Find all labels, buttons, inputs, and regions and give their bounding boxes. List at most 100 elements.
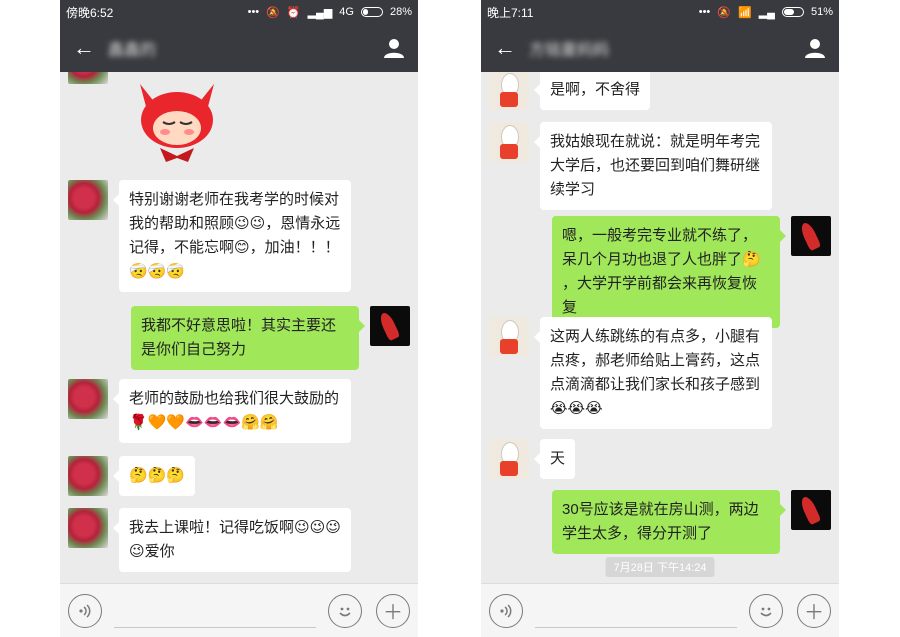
message-bubble[interactable]: 我去上课啦！记得吃饭啊😉😉😉😉爱你 [113,508,351,573]
wifi-icon: 📶 [738,6,752,19]
message-input[interactable] [114,594,316,628]
mute-icon: 🔕 [717,6,731,19]
person-icon[interactable] [370,37,418,59]
avatar[interactable] [370,306,410,346]
hug-emoji: 🤗 [259,414,279,432]
crying-emoji: 😭 [567,400,586,418]
chat-message[interactable]: 天 [489,439,586,479]
message-text: 我都不好意思啦！其实主要还是你们自己努力 [141,317,337,358]
chat-message[interactable]: 嗯，一般考完专业就不练了，呆几个月功也退了人也胖了🤔 ，大学开学前都会来再恢复恢复 [541,216,831,329]
message-text: 我去上课啦！记得吃饭啊 [129,519,295,536]
crying-emoji: 😭 [585,400,603,418]
chat-header: ← 鑫鑫的 [60,24,418,72]
status-time: 傍晚6:52 [66,5,114,20]
message-list[interactable]: 特别谢谢老师在我考学的时候对我的帮助和照顾😉😉，恩情永远记得，不能忘啊😊，加油！… [60,72,418,583]
alarm-icon: ⏰ [286,6,301,19]
message-list[interactable]: 是啊，不舍得 我姑娘现在就说：就是明年考完大学后，也还要回到咱们舞研继续学习 嗯… [481,72,839,583]
back-arrow-icon[interactable]: ← [481,35,529,61]
message-bubble[interactable]: 30号应该是就在房山测，两边学生太多，得分开测了 [552,490,786,554]
lips-emoji: 👄 [222,414,242,432]
thinking-emoji: 🤔 [147,467,167,485]
more-icon: ••• [247,6,260,18]
chat-message[interactable]: 特别谢谢老师在我考学的时候对我的帮助和照顾😉😉，恩情永远记得，不能忘啊😊，加油！… [68,180,362,293]
signal-icon: ▂▄▆ [307,6,333,19]
smile-emoji: 😊 [234,239,250,257]
message-bubble[interactable]: 嗯，一般考完专业就不练了，呆几个月功也退了人也胖了🤔 ，大学开学前都会来再恢复恢复 [552,216,786,329]
avatar[interactable] [68,456,108,496]
bandage-emoji: 🤕 [166,263,186,281]
chat-message[interactable]: 🤔🤔🤔 [68,456,206,497]
chat-message[interactable]: 我去上课啦！记得吃饭啊😉😉😉😉爱你 [68,508,362,573]
avatar[interactable] [489,317,529,357]
more-icon: ••• [698,6,711,18]
message-bubble[interactable]: 我姑娘现在就说：就是明年考完大学后，也还要回到咱们舞研继续学习 [534,122,772,210]
wink-emoji: 😉 [249,215,266,233]
chat-message[interactable]: 老师的鼓励也给我们很大鼓励的🌹🧡🧡👄👄👄🤗🤗 [68,379,362,444]
chat-header: ← 方铭曼妈妈 [481,24,839,72]
thinking-emoji: 🤔 [166,467,186,485]
wink-emoji: 😉 [325,519,341,537]
timestamp: 7月28日 下午14:24 [605,557,715,577]
fox-sticker [140,84,214,162]
heart-emoji: 🧡 [166,414,186,432]
rose-emoji: 🌹 [129,414,148,432]
voice-icon[interactable] [68,593,102,628]
message-bubble[interactable]: 这两人练跳练的有点多，小腿有点疼，郝老师给贴上膏药，这点点滴滴都让我们家长和孩子… [534,317,772,430]
battery-percent: 51% [810,6,833,18]
message-text: ，加油！！！ [249,239,340,257]
message-bubble[interactable]: 是啊，不舍得 [533,72,651,110]
back-arrow-icon[interactable]: ← [60,35,108,61]
avatar[interactable] [489,72,529,110]
message-bubble[interactable]: 🤔🤔🤔 [112,456,196,497]
chat-message[interactable]: 30号应该是就在房山测，两边学生太多，得分开测了 [541,490,831,554]
message-bubble[interactable]: 我都不好意思啦！其实主要还是你们自己努力 [131,306,365,370]
message-text: 30号应该是就在房山测，两边学生太多，得分开测了 [562,501,759,542]
message-text: 爱你 [144,543,175,561]
right-phone-screen: 晚上7:11 ••• 🔕 📶 ▂▄ 51% ← 方铭曼妈妈 是啊，不舍得 我姑娘… [481,0,839,637]
avatar[interactable] [791,216,831,256]
heart-emoji: 🧡 [147,414,167,432]
input-bar: ＋ [60,583,418,637]
status-bar: 傍晚6:52 ••• 🔕 ⏰ ▂▄▆ 4G 28% [60,0,418,24]
chat-message[interactable]: 这两人练跳练的有点多，小腿有点疼，郝老师给贴上膏药，这点点滴滴都让我们家长和孩子… [489,317,783,430]
crying-emoji: 😭 [550,400,568,418]
wink-emoji: 😉 [129,543,145,561]
message-text: ，大学开学前都会来再恢复恢复 [562,275,758,317]
message-text: 我姑娘现在就说：就是明年考完大学后，也还要回到咱们舞研继续学习 [550,133,761,198]
status-time: 晚上7:11 [487,5,534,20]
mute-icon: 🔕 [266,6,280,19]
message-text: 是啊，不舍得 [550,81,641,98]
message-text: 老师的鼓励也给我们很大鼓励的 [129,390,340,407]
avatar[interactable] [68,508,108,548]
smiley-icon[interactable] [749,593,783,628]
battery-percent: 28% [389,6,412,18]
message-bubble[interactable]: 天 [533,439,576,479]
chat-message[interactable]: 我姑娘现在就说：就是明年考完大学后，也还要回到咱们舞研继续学习 [489,122,783,210]
message-text: 嗯，一般考完专业就不练了，呆几个月功也退了人也胖了 [562,227,758,268]
bandage-emoji: 🤕 [129,263,148,281]
wink-emoji: 😉 [294,519,310,537]
thinking-emoji: 🤔 [742,251,761,269]
chat-message[interactable]: 是啊，不舍得 [489,72,661,110]
hug-emoji: 🤗 [241,414,260,432]
avatar[interactable] [489,439,529,479]
avatar[interactable] [68,72,108,84]
lips-emoji: 👄 [203,414,223,432]
plus-icon[interactable]: ＋ [376,593,410,628]
plus-icon[interactable]: ＋ [797,593,831,628]
avatar[interactable] [68,379,108,419]
avatar[interactable] [68,180,108,220]
message-input[interactable] [535,594,737,628]
message-bubble[interactable]: 老师的鼓励也给我们很大鼓励的🌹🧡🧡👄👄👄🤗🤗 [113,379,351,444]
avatar[interactable] [489,122,529,162]
lips-emoji: 👄 [185,414,204,432]
voice-icon[interactable] [489,593,523,628]
smiley-icon[interactable] [328,593,362,628]
message-bubble[interactable]: 特别谢谢老师在我考学的时候对我的帮助和照顾😉😉，恩情永远记得，不能忘啊😊，加油！… [113,180,351,293]
person-icon[interactable] [791,37,839,59]
input-bar: ＋ [481,583,839,637]
avatar[interactable] [791,490,831,530]
bandage-emoji: 🤕 [147,263,167,281]
message-text: 天 [550,450,566,467]
chat-message[interactable]: 我都不好意思啦！其实主要还是你们自己努力 [120,306,410,370]
